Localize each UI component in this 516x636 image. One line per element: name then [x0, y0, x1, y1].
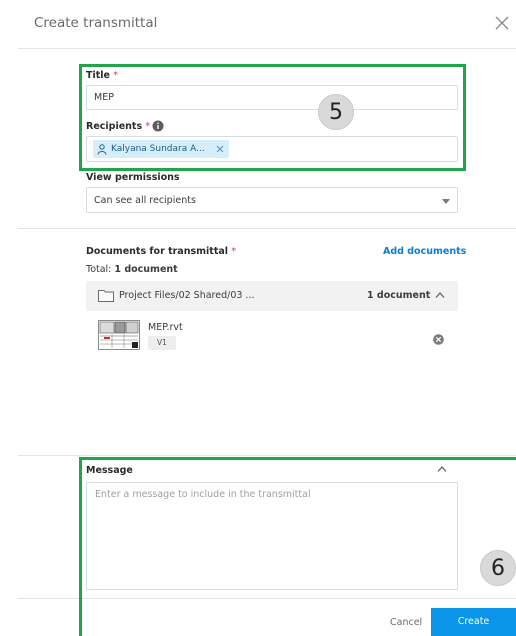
dialog-header: Create transmittal [0, 0, 516, 48]
user-icon [97, 143, 107, 155]
title-input[interactable]: MEP [86, 85, 458, 110]
view-permissions-value: Can see all recipients [94, 195, 196, 206]
folder-row[interactable]: Project Files/02 Shared/03 ... 1 documen… [86, 281, 458, 311]
document-name: MEP.rvt [148, 322, 183, 333]
total-documents: Total: 1 document [86, 264, 178, 275]
chevron-up-icon[interactable] [435, 292, 445, 298]
title-label: Title * [86, 70, 119, 81]
cancel-button[interactable]: Cancel [390, 617, 422, 628]
recipient-chip[interactable]: Kalyana Sundara A... [93, 140, 229, 158]
add-documents-link[interactable]: Add documents [383, 246, 466, 257]
chevron-up-icon[interactable] [437, 466, 447, 472]
header-divider [18, 48, 516, 49]
remove-recipient-icon[interactable] [215, 144, 225, 154]
recipients-label: Recipients * [86, 121, 151, 132]
step-badge-6: 6 [480, 550, 516, 586]
message-placeholder: Enter a message to include in the transm… [95, 489, 311, 500]
folder-path: Project Files/02 Shared/03 ... [119, 290, 255, 301]
folder-icon [98, 290, 114, 302]
footer-divider [18, 598, 516, 599]
info-icon[interactable] [152, 120, 164, 132]
title-input-value: MEP [94, 92, 114, 103]
folder-count: 1 document [367, 290, 431, 301]
view-permissions-select[interactable]: Can see all recipients [86, 187, 458, 213]
chevron-down-icon [442, 199, 450, 204]
dialog-title: Create transmittal [34, 15, 158, 31]
file-thumbnail-icon [98, 320, 140, 350]
message-textarea[interactable]: Enter a message to include in the transm… [86, 482, 458, 590]
remove-document-icon[interactable] [433, 334, 444, 345]
message-label: Message [86, 465, 133, 476]
view-permissions-label: View permissions [86, 172, 180, 183]
section-divider [18, 228, 516, 229]
section-divider [18, 455, 516, 456]
create-button[interactable]: Create [431, 608, 516, 636]
documents-label: Documents for transmittal * [86, 246, 237, 257]
recipient-chip-label: Kalyana Sundara A... [111, 144, 205, 154]
step-badge-5: 5 [318, 94, 354, 130]
close-icon[interactable] [493, 14, 511, 32]
version-badge: V1 [148, 336, 176, 350]
